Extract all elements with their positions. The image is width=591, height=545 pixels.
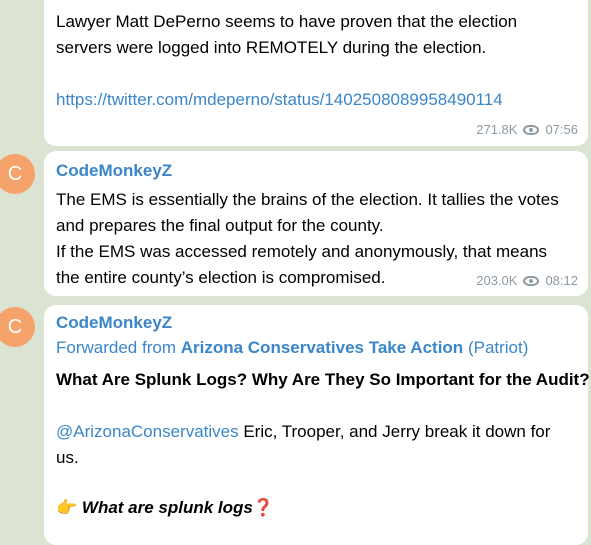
- chat-feed: Lawyer Matt DePerno seems to have proven…: [0, 0, 591, 545]
- mention-link[interactable]: @ArizonaConservatives: [56, 422, 239, 441]
- message-author[interactable]: CodeMonkeyZ: [56, 161, 172, 181]
- message-text-line: us.: [56, 448, 79, 467]
- eye-icon: [523, 124, 540, 135]
- message-bubble: CodeMonkeyZ Forwarded from Arizona Conse…: [44, 305, 590, 545]
- message-time: 08:12: [545, 273, 578, 288]
- tweet-link[interactable]: https://twitter.com/mdeperno/status/1402…: [56, 87, 503, 113]
- subheading-line: 👉 What are splunk logs❓: [56, 495, 274, 521]
- message-meta: 203.0K 08:12: [476, 273, 578, 288]
- message-text-line: servers were logged into REMOTELY during…: [56, 38, 487, 57]
- message-text-line: Lawyer Matt DePerno seems to have proven…: [56, 12, 518, 31]
- message-text-line: the entire county’s election is compromi…: [56, 268, 386, 287]
- pointing-hand-icon: 👉: [56, 498, 78, 517]
- message-text-line: and prepares the final output for the co…: [56, 216, 384, 235]
- forwarded-header[interactable]: Forwarded from Arizona Conservatives Tak…: [56, 338, 528, 358]
- eye-icon: [523, 275, 540, 286]
- message-bubble: CodeMonkeyZ The EMS is essentially the b…: [44, 151, 588, 296]
- forwarded-source[interactable]: Arizona Conservatives Take Action: [181, 338, 463, 357]
- view-count: 203.0K: [476, 273, 518, 288]
- message-bubble: Lawyer Matt DePerno seems to have proven…: [44, 0, 588, 146]
- avatar[interactable]: C: [0, 307, 35, 347]
- subheading-text: What are splunk logs: [81, 498, 253, 517]
- message-time: 07:56: [545, 122, 578, 137]
- avatar[interactable]: C: [0, 154, 35, 194]
- forwarded-suffix: (Patriot): [467, 338, 529, 357]
- forwarded-prefix: Forwarded from: [56, 338, 176, 357]
- message-text-line: The EMS is essentially the brains of the…: [56, 190, 559, 209]
- view-count: 271.8K: [476, 122, 518, 137]
- question-mark-icon: ❓: [252, 498, 275, 517]
- message-text: Eric, Trooper, and Jerry break it down f…: [238, 422, 551, 441]
- post-headline: What Are Splunk Logs? Why Are They So Im…: [56, 370, 590, 389]
- message-author[interactable]: CodeMonkeyZ: [56, 313, 172, 333]
- message-text-line: If the EMS was accessed remotely and ano…: [56, 242, 548, 261]
- message-text-line: @ArizonaConservatives Eric, Trooper, and…: [56, 419, 550, 445]
- message-meta: 271.8K 07:56: [476, 122, 578, 137]
